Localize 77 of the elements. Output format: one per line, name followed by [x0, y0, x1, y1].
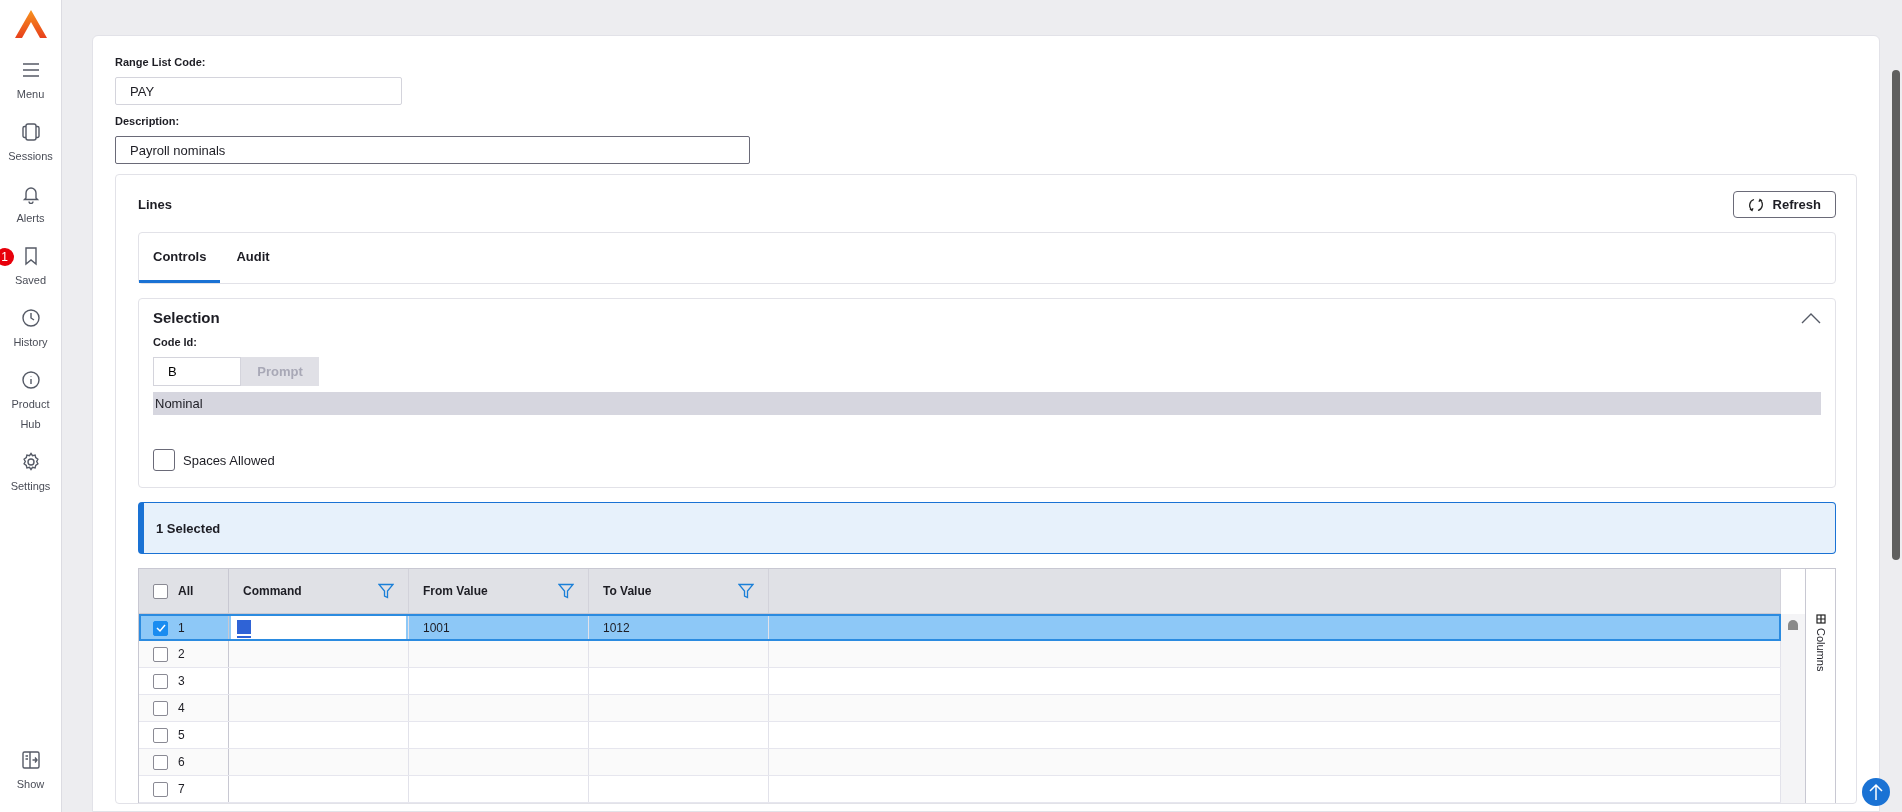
checkbox[interactable]	[153, 583, 168, 599]
checkbox[interactable]	[153, 781, 168, 797]
column-header[interactable]: From Value	[423, 584, 488, 598]
bell-icon	[20, 184, 41, 204]
nav-item[interactable]: Saved 1	[1, 246, 60, 290]
columns-side-tab[interactable]: Columns	[1805, 569, 1835, 803]
field-label: Code Id:	[153, 336, 198, 348]
row-number: 2	[178, 647, 185, 661]
banner-text: 1 Selected	[156, 520, 221, 536]
code-field[interactable]: B	[153, 357, 241, 386]
row-number: 7	[178, 782, 185, 796]
filter-icon[interactable]	[738, 583, 754, 599]
notification-badge: 1	[0, 248, 14, 266]
column-header: All	[178, 584, 194, 598]
filter-icon[interactable]	[558, 583, 574, 599]
row-number: 3	[178, 674, 185, 688]
clock-icon	[20, 308, 41, 328]
table-cell: 1001	[423, 621, 450, 635]
refresh-button[interactable]: Refresh	[1732, 191, 1836, 218]
refresh-icon	[1747, 196, 1764, 213]
nav-item[interactable]: Sessions	[1, 122, 60, 166]
page-scrollbar[interactable]	[1890, 0, 1902, 812]
nav-item[interactable]: Alerts	[1, 184, 60, 228]
cell-editor[interactable]	[231, 616, 406, 640]
text-field[interactable]: PAY	[115, 77, 402, 105]
nav-item[interactable]: Settings	[1, 452, 60, 496]
nav-label: Show	[15, 777, 46, 792]
column-header[interactable]: To Value	[603, 584, 652, 598]
grid-row[interactable]: 1 1001 1012	[139, 614, 1781, 641]
field-label: Range List Code:	[115, 56, 207, 68]
filter-icon[interactable]	[378, 583, 394, 599]
checkbox[interactable]	[153, 449, 175, 471]
section-title: Selection	[153, 309, 220, 326]
tab[interactable]: Audit	[222, 233, 284, 283]
nav-label: Product Hub	[10, 397, 51, 432]
nav-label: Saved	[13, 273, 48, 288]
nav-item[interactable]: Product Hub	[1, 370, 60, 434]
cards-icon	[20, 122, 41, 142]
nav-label: Menu	[15, 87, 46, 102]
code-description: Nominal	[153, 392, 1821, 415]
info-icon	[20, 370, 41, 390]
grid-row[interactable]: 2	[139, 641, 1781, 668]
columns-icon	[1815, 614, 1826, 624]
checkbox[interactable]	[153, 727, 168, 743]
grid-scrollbar[interactable]	[1781, 614, 1805, 803]
logo-icon	[14, 10, 47, 38]
tab[interactable]: Controls	[139, 233, 221, 283]
field-label: Description:	[115, 115, 181, 127]
nav-label: Settings	[9, 479, 52, 494]
text-cursor-icon	[237, 620, 251, 636]
grid-row[interactable]: 4	[139, 695, 1781, 722]
column-header[interactable]: Command	[243, 584, 302, 598]
nav-item[interactable]: Menu	[1, 60, 60, 104]
arrow-up-icon	[1869, 783, 1883, 801]
row-number: 4	[178, 701, 185, 715]
checkbox[interactable]	[153, 646, 168, 662]
checkbox[interactable]	[153, 700, 168, 716]
grid-row[interactable]: 7	[139, 776, 1781, 803]
checkbox-label: Spaces Allowed	[183, 452, 275, 468]
row-number: 6	[178, 755, 185, 769]
table-cell: 1012	[603, 621, 630, 635]
nav-label: History	[12, 335, 49, 350]
row-number: 5	[178, 728, 185, 742]
checkbox[interactable]	[153, 673, 168, 689]
row-number: 1	[178, 621, 185, 635]
nav-item[interactable]: History	[1, 308, 60, 352]
section-title: Lines	[138, 197, 172, 212]
text-field[interactable]: Payroll nominals	[115, 136, 750, 164]
nav-label: Alerts	[15, 211, 46, 226]
chevron-icon[interactable]	[1801, 311, 1821, 324]
checkbox[interactable]	[153, 620, 168, 636]
menu-icon	[20, 60, 41, 80]
checkbox[interactable]	[153, 754, 168, 770]
grid-row[interactable]: 6	[139, 749, 1781, 776]
settings-icon	[20, 452, 41, 472]
nav-label: Sessions	[7, 149, 54, 164]
nav-item[interactable]: Show	[1, 750, 60, 794]
